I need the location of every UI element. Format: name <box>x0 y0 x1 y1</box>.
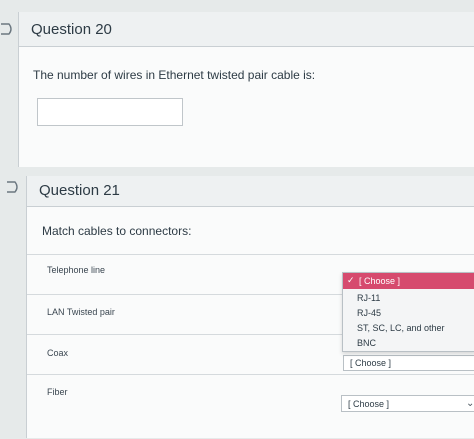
dropdown-option-selected[interactable]: ✓ [ Choose ] <box>343 273 474 289</box>
dropdown-option-bnc[interactable]: BNC <box>357 338 376 348</box>
question-20-header: Question 20 <box>19 12 474 47</box>
dropdown-option-rj11[interactable]: RJ-11 <box>357 293 380 303</box>
match-row-fiber: Fiber [ Choose ] ⌄ <box>27 374 474 439</box>
question-21-text: Match cables to connectors: <box>42 224 192 238</box>
dropdown-option-st-sc-lc[interactable]: ST, SC, LC, and other <box>357 323 445 333</box>
flag-question-21-icon[interactable] <box>6 180 22 194</box>
match-label: Coax <box>47 348 69 358</box>
flag-question-20-icon[interactable] <box>0 22 16 36</box>
select-value: [ Choose ] <box>348 399 390 409</box>
fiber-select[interactable]: [ Choose ] ⌄ <box>341 395 474 412</box>
dropdown-option-rj45[interactable]: RJ-45 <box>357 308 381 318</box>
telephone-select-dropdown[interactable]: ✓ [ Choose ] RJ-11 RJ-45 ST, SC, LC, and… <box>342 272 474 352</box>
checkmark-icon: ✓ <box>347 275 355 285</box>
question-20-title: Question 20 <box>31 21 112 38</box>
question-21-title: Question 21 <box>39 182 120 199</box>
question-21-header: Question 21 <box>27 176 474 207</box>
match-label: Fiber <box>47 387 68 397</box>
coax-select[interactable]: [ Choose ] <box>343 355 474 371</box>
match-label: LAN Twisted pair <box>47 307 115 317</box>
question-20-card: Question 20 The number of wires in Ether… <box>18 12 474 167</box>
question-20-answer-input[interactable] <box>37 98 183 126</box>
chevron-down-icon: ⌄ <box>466 398 474 409</box>
select-value: [ Choose ] <box>350 358 392 368</box>
match-label: Telephone line <box>47 265 106 275</box>
option-label: [ Choose ] <box>359 276 401 286</box>
question-20-text: The number of wires in Ethernet twisted … <box>33 68 316 82</box>
